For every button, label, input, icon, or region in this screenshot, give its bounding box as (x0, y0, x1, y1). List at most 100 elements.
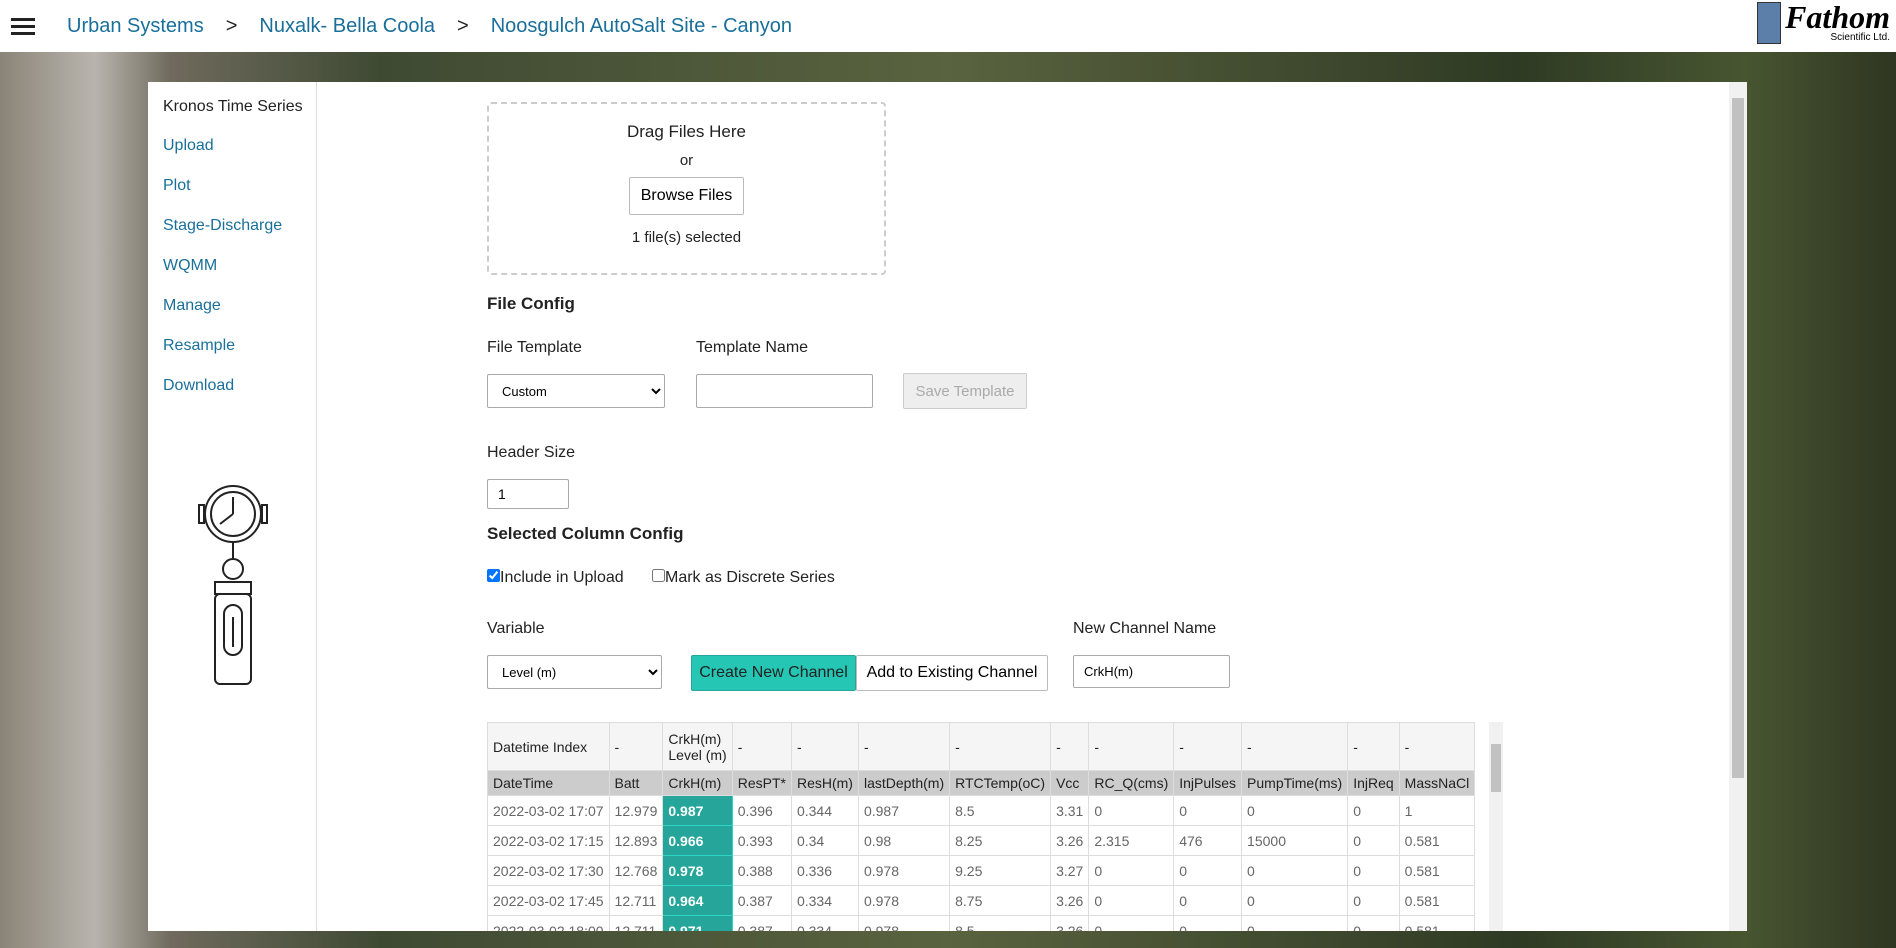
table-row-cell: 0.978 (662, 855, 733, 886)
breadcrumb-project[interactable]: Nuxalk- Bella Coola (259, 15, 435, 38)
new-channel-input[interactable] (1073, 655, 1230, 688)
column-header-row-cell[interactable]: CrkH(m) (662, 770, 733, 796)
file-template-select[interactable]: Custom (487, 374, 665, 408)
table-scrollbar[interactable] (1489, 722, 1503, 931)
column-mapping-row-cell[interactable]: - (857, 722, 951, 771)
column-header-row-cell[interactable]: Batt (608, 770, 664, 796)
column-mapping-row-cell[interactable]: - (1088, 722, 1175, 771)
table-row-cell: 0 (1088, 915, 1175, 931)
table-row-cell: 12.711 (608, 915, 664, 931)
sidebar-item-download[interactable]: Download (163, 377, 234, 395)
table-row-cell: 0.387 (731, 885, 792, 916)
column-header-row-cell[interactable]: ResPT* (731, 770, 792, 796)
menu-icon[interactable] (11, 14, 35, 39)
column-mapping-row-cell[interactable]: - (608, 722, 664, 771)
table-row: 2022-03-02 17:30 12.768 0.978 0.388 0.336 0.9… (487, 855, 1476, 886)
main-card: Kronos Time Series Upload Plot Stage-Dis… (148, 82, 1747, 931)
column-header-row-cell[interactable]: ResH(m) (790, 770, 859, 796)
include-label: Include in Upload (500, 569, 624, 586)
column-header-row-cell[interactable]: DateTime (487, 770, 610, 796)
table-row-cell: 0.344 (790, 795, 859, 826)
column-header-row-cell[interactable]: Vcc (1050, 770, 1090, 796)
include-upload-checkbox[interactable]: Include in Upload (487, 569, 624, 587)
table-row-cell: 0 (1347, 885, 1400, 916)
sidebar-item-plot[interactable]: Plot (163, 177, 191, 195)
header-size-input[interactable] (487, 479, 569, 509)
column-mapping-row-cell[interactable]: Datetime Index (487, 722, 610, 771)
table-row-cell: 2022-03-02 17:45 (487, 885, 610, 916)
table-row-cell: 0.393 (731, 825, 792, 856)
column-mapping-row-cell[interactable]: - (1173, 722, 1243, 771)
table-row-cell: 2022-03-02 17:15 (487, 825, 610, 856)
column-mapping-row-cell[interactable]: - (1050, 722, 1090, 771)
table-row-cell: 9.25 (949, 855, 1052, 886)
gauge-instrument-icon (198, 485, 268, 685)
table-row-cell: 0.966 (662, 825, 733, 856)
chevron-right-icon: > (457, 14, 469, 37)
table-row-cell: 0 (1173, 885, 1243, 916)
table-row-cell: 0.387 (731, 915, 792, 931)
column-mapping-row-cell[interactable]: - (790, 722, 859, 771)
or-text: or (679, 152, 694, 169)
table-row-cell: 0.396 (731, 795, 792, 826)
discrete-checkbox[interactable] (652, 569, 665, 582)
browse-files-button[interactable]: Browse Files (628, 177, 745, 215)
table-row-cell: 2022-03-02 17:07 (487, 795, 610, 826)
save-template-button[interactable]: Save Template (903, 373, 1027, 409)
table-row-cell: 12.979 (608, 795, 664, 826)
template-name-input[interactable] (696, 374, 873, 408)
table-row-cell: 0.964 (662, 885, 733, 916)
sidebar-item-resample[interactable]: Resample (163, 337, 235, 355)
table-row-cell: 0 (1173, 855, 1243, 886)
column-header-row-cell[interactable]: RC_Q(cms) (1088, 770, 1175, 796)
table-row-cell: 0 (1088, 855, 1175, 886)
column-header-row-cell[interactable]: RTCTemp(oC) (949, 770, 1052, 796)
table-row-cell: 0.978 (857, 855, 951, 886)
file-drop-zone[interactable]: Drag Files Here or Browse Files 1 file(s… (487, 102, 886, 275)
add-existing-channel-button[interactable]: Add to Existing Channel (856, 655, 1048, 691)
table-row-cell: 3.31 (1050, 795, 1090, 826)
column-mapping-row-cell[interactable]: - (1241, 722, 1349, 771)
column-header-row-cell[interactable]: MassNaCl (1398, 770, 1476, 796)
table-row-cell: 8.5 (949, 915, 1052, 931)
column-mapping-row-cell[interactable]: - (1347, 722, 1400, 771)
sidebar-item-manage[interactable]: Manage (163, 297, 221, 315)
table-row-cell: 3.26 (1050, 885, 1090, 916)
tower-icon (1757, 2, 1782, 44)
column-mapping-row-cell[interactable]: - (731, 722, 792, 771)
table-row-cell: 8.25 (949, 825, 1052, 856)
page-scrollbar[interactable] (1729, 82, 1747, 931)
variable-label: Variable (487, 620, 545, 637)
file-status: 1 file(s) selected (631, 229, 742, 246)
header-size-label: Header Size (487, 444, 576, 461)
include-checkbox[interactable] (487, 569, 500, 582)
table-row-cell: 0.987 (662, 795, 733, 826)
table-row-cell: 0.336 (790, 855, 859, 886)
sidebar-item-stage-discharge[interactable]: Stage-Discharge (163, 217, 282, 235)
table-row: 2022-03-02 18:00 12.711 0.971 0.387 0.334 0.9… (487, 915, 1476, 931)
column-mapping-row-cell[interactable]: CrkH(m) Level (m) (662, 722, 733, 771)
table-row-cell: 2.315 (1088, 825, 1175, 856)
variable-select[interactable]: Level (m) (487, 655, 662, 689)
discrete-series-checkbox[interactable]: Mark as Discrete Series (652, 569, 835, 587)
sidebar-item-wqmm[interactable]: WQMM (163, 257, 217, 275)
table-row-cell: 0.978 (857, 885, 951, 916)
column-mapping-row-cell[interactable]: - (949, 722, 1052, 771)
create-new-channel-button[interactable]: Create New Channel (691, 655, 856, 691)
table-row-cell: 476 (1173, 825, 1243, 856)
column-mapping-row-cell[interactable]: - (1398, 722, 1476, 771)
breadcrumb-site[interactable]: Noosgulch AutoSalt Site - Canyon (491, 15, 792, 38)
column-header-row-cell[interactable]: lastDepth(m) (857, 770, 951, 796)
sidebar-item-upload[interactable]: Upload (163, 137, 214, 155)
column-header-row-cell[interactable]: InjPulses (1173, 770, 1243, 796)
table-row-cell: 0.581 (1398, 825, 1476, 856)
column-header-row-cell[interactable]: PumpTime(ms) (1241, 770, 1349, 796)
breadcrumb-org[interactable]: Urban Systems (67, 15, 204, 38)
sidebar-title: Kronos Time Series (163, 98, 303, 115)
table-row-cell: 0 (1347, 855, 1400, 886)
table-row-cell: 8.5 (949, 795, 1052, 826)
table-row-cell: 0 (1347, 915, 1400, 931)
column-header-row-cell[interactable]: InjReq (1347, 770, 1400, 796)
new-channel-label: New Channel Name (1073, 620, 1217, 637)
table-row-cell: 0.334 (790, 915, 859, 931)
